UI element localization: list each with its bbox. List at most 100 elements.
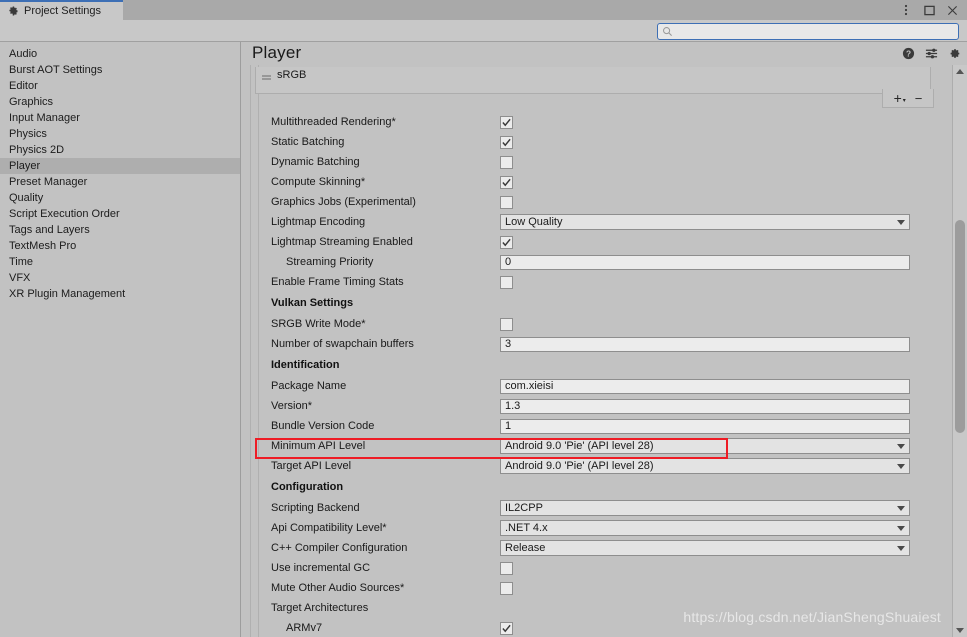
property-field-area: Android 9.0 'Pie' (API level 28) [500,458,945,474]
dropdown-value: Android 9.0 'Pie' (API level 28) [505,460,654,472]
search-input[interactable] [673,24,946,39]
sidebar-item-preset-manager[interactable]: Preset Manager [0,174,240,190]
sidebar-item-tags-and-layers[interactable]: Tags and Layers [0,222,240,238]
sidebar-item-script-execution-order[interactable]: Script Execution Order [0,206,240,222]
drag-handle-icon[interactable] [262,72,271,80]
search-bar-row [0,20,967,42]
dropdown-scripting-backend[interactable]: IL2CPP [500,500,910,516]
sidebar-item-audio[interactable]: Audio [0,46,240,62]
section-header-identification: Identification [246,354,945,376]
scroll-down-icon[interactable] [953,624,967,637]
list-item[interactable]: sRGB [256,67,930,83]
kebab-menu-icon[interactable] [900,4,912,16]
sidebar-item-quality[interactable]: Quality [0,190,240,206]
text-input-number-of-swapchain-buffers[interactable] [500,336,910,352]
property-label: Scripting Backend [271,502,360,514]
remove-button[interactable]: − [915,92,923,105]
property-row-scripting-backend: Scripting Backend IL2CPP [246,498,945,518]
dropdown-lightmap-encoding[interactable]: Low Quality [500,214,910,230]
property-row-compute-skinning: Compute Skinning* [246,172,945,192]
preset-icon[interactable] [925,47,938,60]
chevron-down-icon [897,525,905,531]
property-field-area: .NET 4.x [500,520,945,536]
sidebar-item-physics-2d[interactable]: Physics 2D [0,142,240,158]
property-label: C++ Compiler Configuration [271,542,408,554]
sidebar-item-burst-aot-settings[interactable]: Burst AOT Settings [0,62,240,78]
dropdown-value: Release [505,542,546,554]
sidebar-item-vfx[interactable]: VFX [0,270,240,286]
sidebar-item-label: Graphics [9,96,54,108]
text-input-package-name[interactable] [500,378,910,394]
sidebar-item-editor[interactable]: Editor [0,78,240,94]
checkbox-use-incremental-gc[interactable] [500,561,513,575]
close-icon[interactable] [946,4,958,16]
checkbox-srgb-write-mode[interactable] [500,317,513,331]
section-header-vulkan-settings: Vulkan Settings [246,292,945,314]
svg-text:?: ? [906,49,911,59]
property-row-lightmap-streaming-enabled: Lightmap Streaming Enabled [246,232,945,252]
sidebar-item-label: XR Plugin Management [9,288,126,300]
vertical-scrollbar[interactable] [952,65,967,637]
sidebar-item-time[interactable]: Time [0,254,240,270]
property-label: Compute Skinning* [271,176,366,188]
scrollbar-thumb[interactable] [955,220,965,433]
property-field-area [500,135,945,149]
add-button[interactable]: + ▾ [894,91,906,105]
dropdown-value: Android 9.0 'Pie' (API level 28) [505,440,654,452]
property-row-mute-other-audio-sources: Mute Other Audio Sources* [246,578,945,598]
titlebar-spacer [123,0,900,20]
dropdown-c-compiler-configuration[interactable]: Release [500,540,910,556]
checkbox-compute-skinning[interactable] [500,175,513,189]
checkbox-armv7[interactable] [500,621,513,635]
sidebar-item-physics[interactable]: Physics [0,126,240,142]
property-row-target-architectures: Target Architectures [246,598,945,618]
sidebar-item-label: Input Manager [9,112,80,124]
property-label: Bundle Version Code [271,420,375,432]
maximize-icon[interactable] [923,4,935,16]
property-row-srgb-write-mode: SRGB Write Mode* [246,314,945,334]
dropdown-minimum-api-level[interactable]: Android 9.0 'Pie' (API level 28) [500,438,910,454]
property-label: Lightmap Streaming Enabled [271,236,413,248]
list-add-remove-controls: + ▾ − [882,89,934,108]
checkbox-lightmap-streaming-enabled[interactable] [500,235,513,249]
checkbox-enable-frame-timing-stats[interactable] [500,275,513,289]
sidebar-item-label: Audio [9,48,38,60]
chevron-down-icon [897,219,905,225]
settings-gear-icon[interactable] [948,47,961,60]
tab-project-settings[interactable]: Project Settings [0,0,123,20]
panel-header: Player ? [242,42,967,65]
property-field-area [500,195,945,209]
checkbox-dynamic-batching[interactable] [500,155,513,169]
text-input-streaming-priority[interactable] [500,254,910,270]
property-row-multithreaded-rendering: Multithreaded Rendering* [246,112,945,132]
text-input-bundle-version-code[interactable] [500,418,910,434]
section-header-configuration: Configuration [246,476,945,498]
sidebar-item-input-manager[interactable]: Input Manager [0,110,240,126]
window-controls [900,0,967,20]
property-row-c-compiler-configuration: C++ Compiler Configuration Release [246,538,945,558]
property-field-area [500,254,945,270]
sidebar-item-player[interactable]: Player [0,158,240,174]
sidebar-item-label: Time [9,256,34,268]
panel-header-icons: ? [902,47,961,60]
checkbox-static-batching[interactable] [500,135,513,149]
dropdown-target-api-level[interactable]: Android 9.0 'Pie' (API level 28) [500,458,910,474]
sidebar-item-xr-plugin-management[interactable]: XR Plugin Management [0,286,240,302]
sidebar-item-graphics[interactable]: Graphics [0,94,240,110]
sidebar-item-textmesh-pro[interactable]: TextMesh Pro [0,238,240,254]
search-box[interactable] [657,23,959,40]
property-field-area [500,561,945,575]
property-label: Dynamic Batching [271,156,360,168]
checkbox-graphics-jobs-experimental[interactable] [500,195,513,209]
scroll-up-icon[interactable] [953,65,967,78]
help-icon[interactable]: ? [902,47,915,60]
dropdown-api-compatibility-level[interactable]: .NET 4.x [500,520,910,536]
srgb-label: sRGB [277,69,307,81]
property-field-area [500,155,945,169]
text-input-version[interactable] [500,398,910,414]
checkbox-mute-other-audio-sources[interactable] [500,581,513,595]
checkbox-multithreaded-rendering[interactable] [500,115,513,129]
property-field-area [500,581,945,595]
tab-label: Project Settings [24,5,102,17]
property-field-area [500,398,945,414]
